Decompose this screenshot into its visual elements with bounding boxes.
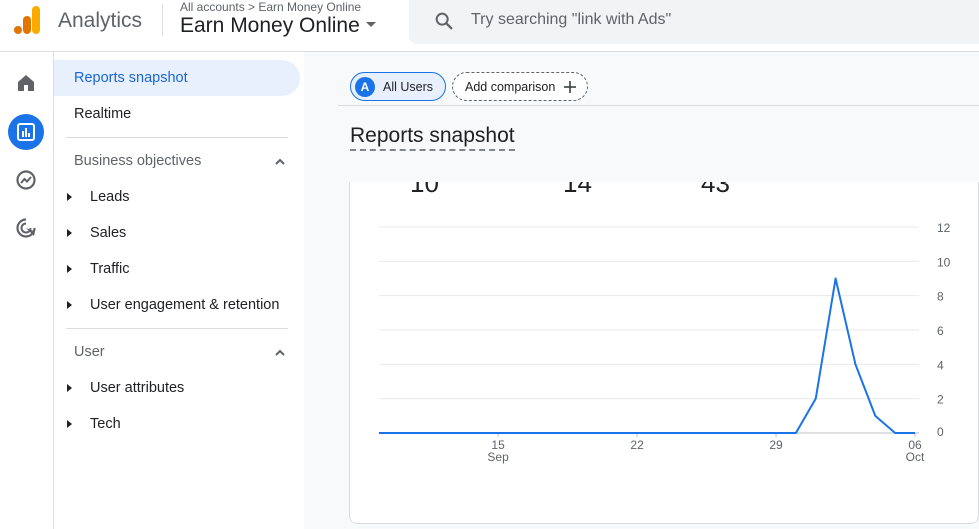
chevron-up-icon[interactable]: [273, 155, 287, 169]
home-icon: [18, 75, 34, 91]
y-tick-label: 12: [937, 221, 951, 235]
plus-icon: [564, 80, 577, 93]
nav-item-traffic[interactable]: Traffic: [54, 251, 129, 287]
chevron-up-icon[interactable]: [273, 346, 287, 360]
users-chart-card: 10 14 43 12 10 8 6 4 2 0 15 Sep 22 29 06 Oct: [349, 182, 979, 524]
explore-icon: [16, 170, 36, 190]
nav-item-user-attributes[interactable]: User attributes: [54, 370, 184, 406]
y-tick-label: 0: [937, 425, 944, 439]
rail-home-button[interactable]: [8, 65, 44, 101]
x-tick-month-label: Oct: [906, 450, 925, 464]
search-box[interactable]: Try searching "link with Ads": [409, 0, 979, 44]
breadcrumb[interactable]: All accounts > Earn Money Online: [180, 0, 361, 14]
nav-item-realtime[interactable]: Realtime: [54, 96, 131, 132]
main-content: A All Users Add comparison Reports snaps…: [304, 52, 979, 529]
avatar: A: [355, 76, 375, 97]
header-divider: [162, 4, 163, 36]
x-tick-label: 29: [769, 438, 783, 452]
y-tick-label: 4: [937, 358, 944, 372]
comparison-chip-all-users[interactable]: A All Users: [350, 72, 447, 101]
toolbar-divider: [338, 105, 979, 106]
search-placeholder: Try searching "link with Ads": [471, 11, 672, 28]
y-tick-label: 6: [937, 324, 944, 338]
rail-reports-button[interactable]: [8, 114, 44, 150]
nav-item-reports-snapshot[interactable]: Reports snapshot: [54, 60, 300, 96]
section-user[interactable]: User: [74, 344, 105, 360]
y-tick-label: 2: [937, 393, 944, 407]
search-icon: [435, 12, 453, 30]
reports-nav: Reports snapshot Realtime Business objec…: [54, 52, 304, 529]
nav-item-tech[interactable]: Tech: [54, 406, 121, 442]
page-title[interactable]: Reports snapshot: [350, 124, 515, 151]
analytics-logo-icon[interactable]: [14, 6, 40, 34]
app-name: Analytics: [58, 9, 143, 32]
users-line-chart[interactable]: 12108642015Sep22 29 06Oct: [350, 182, 979, 524]
nav-item-leads[interactable]: Leads: [54, 179, 130, 215]
left-rail: [0, 52, 54, 529]
series-line-users: [379, 277, 915, 434]
nav-divider: [66, 137, 288, 138]
add-comparison-button[interactable]: Add comparison: [452, 72, 589, 101]
nav-divider: [66, 328, 288, 329]
caret-down-icon: [365, 22, 376, 28]
top-header: Analytics All accounts > Earn Money Onli…: [0, 0, 979, 52]
nav-item-user-engagement[interactable]: User engagement & retention: [54, 287, 279, 323]
rail-advertising-button[interactable]: [8, 210, 44, 246]
nav-item-sales[interactable]: Sales: [54, 215, 126, 251]
add-comparison-label: Add comparison: [465, 79, 556, 94]
y-tick-label: 8: [937, 290, 944, 304]
reports-icon: [17, 123, 35, 141]
y-tick-label: 10: [937, 255, 951, 269]
advertising-icon: [16, 218, 36, 238]
x-tick-label: 22: [630, 438, 644, 452]
account-name: Earn Money Online: [180, 14, 360, 37]
x-tick-month-label: Sep: [487, 450, 509, 464]
rail-explore-button[interactable]: [8, 162, 44, 198]
account-selector[interactable]: Earn Money Online: [180, 14, 376, 38]
section-business-objectives[interactable]: Business objectives: [74, 153, 201, 169]
comparison-chip-label: All Users: [383, 79, 434, 94]
